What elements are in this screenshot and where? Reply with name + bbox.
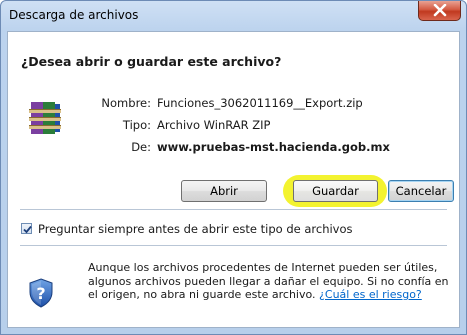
- svg-text:?: ?: [36, 284, 45, 303]
- dialog-heading: ¿Desea abrir o guardar este archivo?: [21, 54, 282, 69]
- security-shield-icon: ?: [29, 278, 53, 308]
- file-source-label: De:: [131, 140, 151, 154]
- divider: [20, 245, 447, 246]
- cancel-button[interactable]: Cancelar: [388, 180, 454, 202]
- file-name-label: Nombre:: [101, 96, 151, 110]
- file-source-value: www.pruebas-mst.hacienda.gob.mx: [157, 140, 390, 154]
- dialog-body: ¿Desea abrir o guardar este archivo? Nom…: [7, 31, 460, 328]
- save-button[interactable]: Guardar: [293, 180, 378, 202]
- risk-link[interactable]: ¿Cuál es el riesgo?: [319, 288, 422, 301]
- close-icon: [433, 4, 447, 17]
- divider: [20, 209, 447, 210]
- window-title: Descarga de archivos: [9, 8, 139, 22]
- file-type-label: Tipo:: [122, 118, 151, 132]
- file-type-value: Archivo WinRAR ZIP: [157, 118, 271, 132]
- file-name-value: Funciones_3062011169__Export.zip: [157, 96, 363, 110]
- close-button[interactable]: [418, 1, 461, 21]
- checkmark-icon: [23, 225, 32, 234]
- always-ask-checkbox[interactable]: [21, 223, 32, 234]
- open-button[interactable]: Abrir: [181, 180, 267, 202]
- title-bar[interactable]: Descarga de archivos: [1, 1, 466, 31]
- security-warning-text: Aunque los archivos procedentes de Inter…: [88, 261, 453, 302]
- always-ask-label[interactable]: Preguntar siempre antes de abrir este ti…: [38, 222, 353, 236]
- download-dialog: Descarga de archivos ¿Desea abrir o guar…: [0, 0, 467, 335]
